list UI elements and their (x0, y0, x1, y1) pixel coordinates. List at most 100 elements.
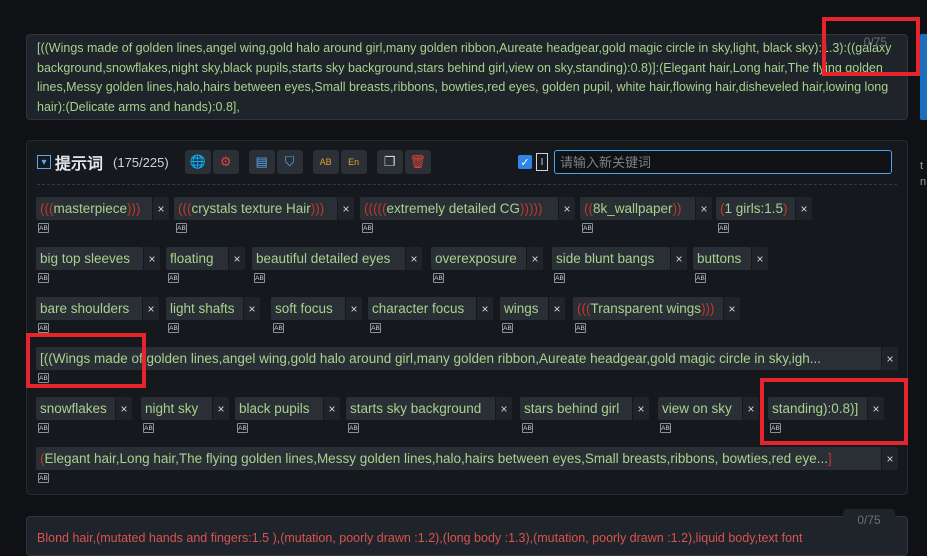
translate-tag-icon[interactable]: AB (38, 223, 49, 233)
prompt-tag[interactable]: (((Transparent wings))) × (573, 297, 740, 320)
new-keyword-input[interactable] (554, 150, 892, 174)
gear-icon[interactable]: ⚙ (212, 150, 239, 174)
remove-tag-icon[interactable]: × (723, 297, 740, 320)
translate-tag-icon[interactable]: AB (254, 273, 265, 283)
translate-en-icon[interactable]: En (340, 150, 367, 174)
translate-tag-icon[interactable]: AB (176, 223, 187, 233)
prompt-tag[interactable]: [((Wings made of golden lines,angel wing… (36, 347, 898, 370)
translate-tag-icon[interactable]: AB (362, 223, 373, 233)
prompt-text[interactable]: [((Wings made of golden lines,angel wing… (37, 39, 897, 117)
import-icon[interactable]: ▤ (248, 150, 275, 174)
prompt-tag[interactable]: snowflakes × (36, 397, 132, 420)
remove-tag-icon[interactable]: × (558, 197, 575, 220)
prompt-tag-label[interactable]: buttons (693, 247, 751, 270)
remove-tag-icon[interactable]: × (337, 197, 354, 220)
prompt-tag-label[interactable]: (((masterpiece))) (36, 197, 152, 220)
prompt-tag-label[interactable]: snowflakes (36, 397, 115, 420)
prompt-tag[interactable]: soft focus × (271, 297, 362, 320)
translate-ab-icon[interactable]: AB (312, 150, 339, 174)
prompt-tag-label[interactable]: view on sky (658, 397, 742, 420)
prompt-tag[interactable]: (((masterpiece))) × (36, 197, 169, 220)
negative-prompt-text[interactable]: Blond hair,(mutated hands and fingers:1.… (37, 531, 897, 545)
prompt-tag[interactable]: stars behind girl × (520, 397, 649, 420)
prompt-tag-label[interactable]: starts sky background (346, 397, 495, 420)
translate-tag-icon[interactable]: AB (38, 273, 49, 283)
prompt-tag-label[interactable]: overexposure (431, 247, 526, 270)
remove-tag-icon[interactable]: × (142, 297, 159, 320)
prompt-tag-label[interactable]: bare shoulders (36, 297, 142, 320)
prompt-tag-label[interactable]: (((crystals texture Hair))) (174, 197, 337, 220)
prompt-tag-label[interactable]: character focus (368, 297, 476, 320)
translate-tag-icon[interactable]: AB (273, 323, 284, 333)
prompt-tag[interactable]: beautiful detailed eyes × (252, 247, 422, 270)
prompt-tag-label[interactable]: big top sleeves (36, 247, 143, 270)
prompt-tag-label[interactable]: side blunt bangs (552, 247, 670, 270)
prompt-tag-label[interactable]: night sky (141, 397, 212, 420)
prompt-tag[interactable]: side blunt bangs × (552, 247, 687, 270)
remove-tag-icon[interactable]: × (695, 197, 712, 220)
copy-icon[interactable]: ❐ (376, 150, 403, 174)
enable-checkbox[interactable]: ✓ (518, 155, 532, 169)
translate-tag-icon[interactable]: AB (660, 423, 671, 433)
translate-tag-icon[interactable]: AB (575, 323, 586, 333)
prompt-tag-label[interactable]: (((Transparent wings))) (573, 297, 723, 320)
globe-icon[interactable]: 🌐 (184, 150, 211, 174)
remove-tag-icon[interactable]: × (115, 397, 132, 420)
translate-tag-icon[interactable]: AB (695, 273, 706, 283)
prompt-tag-label[interactable]: black pupils (235, 397, 323, 420)
prompt-tag[interactable]: view on sky × (658, 397, 759, 420)
remove-tag-icon[interactable]: × (405, 247, 422, 270)
collapse-icon[interactable]: ▾ (37, 155, 51, 169)
bookmark-icon[interactable]: ⛉ (276, 150, 303, 174)
prompt-tag-label[interactable]: (1 girls:1.5) (716, 197, 795, 220)
prompt-tag-label[interactable]: floating (166, 247, 228, 270)
translate-tag-icon[interactable]: AB (38, 423, 49, 433)
remove-tag-icon[interactable]: × (212, 397, 229, 420)
translate-tag-icon[interactable]: AB (38, 323, 49, 333)
translate-tag-icon[interactable]: AB (554, 273, 565, 283)
prompt-tag-label[interactable]: light shafts (166, 297, 243, 320)
prompt-tag-label[interactable]: [((Wings made of golden lines,angel wing… (36, 347, 881, 370)
remove-tag-icon[interactable]: × (742, 397, 759, 420)
translate-tag-icon[interactable]: AB (38, 473, 49, 483)
remove-tag-icon[interactable]: × (228, 247, 245, 270)
translate-tag-icon[interactable]: AB (168, 273, 179, 283)
translate-tag-icon[interactable]: AB (582, 223, 593, 233)
prompt-tag[interactable]: buttons × (693, 247, 768, 270)
remove-tag-icon[interactable]: × (495, 397, 512, 420)
remove-tag-icon[interactable]: × (881, 447, 898, 470)
translate-tag-icon[interactable]: AB (522, 423, 533, 433)
prompt-tag[interactable]: (Elegant hair,Long hair,The flying golde… (36, 447, 898, 470)
prompt-textarea[interactable]: [((Wings made of golden lines,angel wing… (26, 34, 908, 120)
remove-tag-icon[interactable]: × (881, 347, 898, 370)
prompt-tag-label[interactable]: stars behind girl (520, 397, 632, 420)
translate-tag-icon[interactable]: AB (168, 323, 179, 333)
prompt-tag-label[interactable]: soft focus (271, 297, 345, 320)
prompt-tag-label[interactable]: beautiful detailed eyes (252, 247, 405, 270)
remove-tag-icon[interactable]: × (548, 297, 565, 320)
remove-tag-icon[interactable]: × (670, 247, 687, 270)
remove-tag-icon[interactable]: × (476, 297, 493, 320)
prompt-tag[interactable]: big top sleeves × (36, 247, 160, 270)
prompt-tag[interactable]: ((8k_wallpaper)) × (580, 197, 712, 220)
translate-tag-icon[interactable]: AB (143, 423, 154, 433)
remove-tag-icon[interactable]: × (795, 197, 812, 220)
prompt-tag[interactable]: light shafts × (166, 297, 260, 320)
prompt-tag[interactable]: starts sky background × (346, 397, 512, 420)
prompt-tag[interactable]: overexposure × (431, 247, 543, 270)
prompt-tag[interactable]: (((crystals texture Hair))) × (174, 197, 354, 220)
prompt-tag[interactable]: wings × (500, 297, 565, 320)
prompt-tag[interactable]: night sky × (141, 397, 229, 420)
translate-tag-icon[interactable]: AB (370, 323, 381, 333)
prompt-tag-label[interactable]: (((((extremely detailed CG))))) (360, 197, 558, 220)
trash-icon[interactable]: 🗑 (404, 150, 431, 174)
remove-tag-icon[interactable]: × (243, 297, 260, 320)
prompt-tag[interactable]: bare shoulders × (36, 297, 159, 320)
remove-tag-icon[interactable]: × (152, 197, 169, 220)
prompt-tag[interactable]: character focus × (368, 297, 493, 320)
translate-tag-icon[interactable]: AB (718, 223, 729, 233)
prompt-tag-label[interactable]: (Elegant hair,Long hair,The flying golde… (36, 447, 881, 470)
translate-tag-icon[interactable]: AB (502, 323, 513, 333)
translate-tag-icon[interactable]: AB (348, 423, 359, 433)
translate-tag-icon[interactable]: AB (237, 423, 248, 433)
